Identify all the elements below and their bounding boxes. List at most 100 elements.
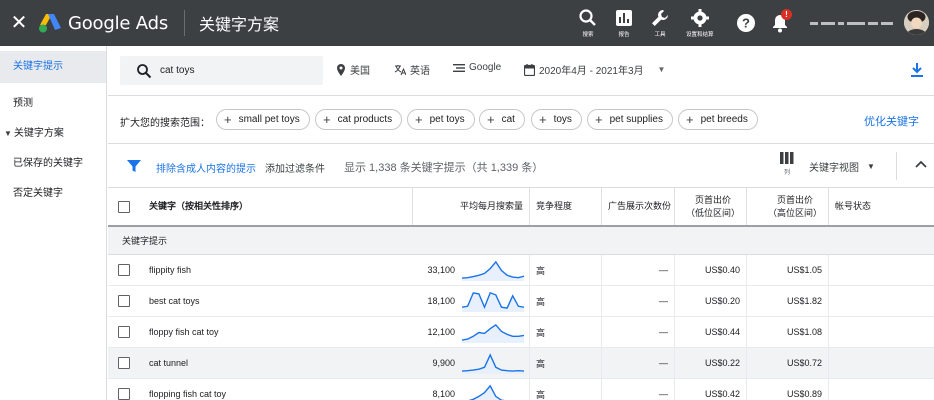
broaden-chip[interactable]: + cat: [479, 109, 525, 130]
keyword-cell: flopping fish cat toy: [139, 379, 413, 400]
trend-sparkline[interactable]: [462, 321, 524, 343]
refine-keywords-link[interactable]: 优化关键字: [864, 113, 919, 129]
impression-share-cell: —: [602, 286, 675, 316]
impression-share-value: —: [659, 296, 668, 306]
table-row[interactable]: flippity fish 33,100 高 — US$0.40 US$1.05: [108, 255, 934, 286]
table-row[interactable]: cat tunnel 9,900 高 — US$0.22 US$0.72: [108, 348, 934, 379]
sidebar-item-negative-keywords[interactable]: 否定关键字: [0, 179, 106, 209]
col-header-account-status[interactable]: 帐号状态: [829, 188, 934, 225]
impression-share-value: —: [659, 389, 668, 399]
date-range-filter[interactable]: 2020年4月 - 2021年3月 ▼: [524, 62, 665, 77]
row-checkbox[interactable]: [117, 326, 130, 338]
bid-high-value: US$1.08: [786, 327, 822, 337]
network-filter[interactable]: Google: [453, 62, 501, 73]
broaden-chip[interactable]: + pet toys: [407, 109, 475, 130]
row-select-cell: [108, 255, 139, 285]
bid-high-value: US$1.82: [786, 296, 822, 306]
row-checkbox[interactable]: [117, 388, 130, 400]
trend-sparkline[interactable]: [462, 352, 524, 374]
chip-label: pet breeds: [700, 114, 748, 125]
broaden-chip[interactable]: + pet supplies: [587, 109, 673, 130]
keyword-search-box[interactable]: [120, 56, 323, 85]
sidebar-item-label: 预测: [13, 98, 33, 109]
download-icon[interactable]: [908, 61, 926, 79]
table-row[interactable]: best cat toys 18,100 高 — US$0.20 US$1.82: [108, 286, 934, 317]
trend-sparkline[interactable]: [462, 383, 524, 400]
add-filter-button[interactable]: 添加过滤条件: [265, 160, 325, 175]
table-row[interactable]: floppy fish cat toy 12,100 高 — US$0.44 US$1.0…: [108, 317, 934, 348]
keyword-cell: flippity fish: [139, 255, 413, 285]
keyword-view-dropdown[interactable]: 关键字视图 ▼: [809, 159, 875, 174]
chip-label: small pet toys: [238, 114, 300, 125]
google-ads-logo[interactable]: Google Ads: [38, 0, 168, 46]
keyword-search-input[interactable]: [160, 65, 310, 76]
account-info-blurred[interactable]: [810, 15, 900, 31]
location-label: 美国: [350, 66, 370, 77]
col-header-bid-low[interactable]: 页首出价 （低位区间）: [675, 188, 747, 225]
col-header-keyword[interactable]: 关键字（按相关性排序）: [139, 188, 413, 225]
bid-high-cell: US$0.89: [747, 379, 829, 400]
tool-tools[interactable]: 工具: [650, 0, 670, 46]
sidebar-item-label: 否定关键字: [13, 188, 63, 199]
bid-low-cell: US$0.44: [675, 317, 747, 347]
trend-sparkline[interactable]: [462, 259, 524, 281]
chip-label: pet toys: [429, 114, 465, 125]
broaden-chip[interactable]: + small pet toys: [216, 109, 310, 130]
plus-icon: +: [686, 112, 694, 127]
location-filter[interactable]: 美国: [336, 62, 370, 77]
sidebar-item-label: 关键字提示: [13, 61, 63, 72]
help-icon[interactable]: ?: [736, 13, 756, 33]
keyword-cell: floppy fish cat toy: [139, 317, 413, 347]
tool-settings[interactable]: 设置和结算: [686, 0, 714, 46]
impression-share-cell: —: [602, 379, 675, 400]
row-checkbox[interactable]: [117, 264, 130, 276]
col-header-label: 页首出价 （高位区间）: [767, 194, 822, 218]
monthly-searches-value: 8,100: [432, 389, 455, 399]
tool-reports[interactable]: 报告: [614, 0, 634, 46]
col-header-bid-high[interactable]: 页首出价 （高位区间）: [747, 188, 829, 225]
close-icon[interactable]: ✕: [0, 0, 38, 46]
plus-icon: +: [539, 112, 547, 127]
broaden-chip[interactable]: + toys: [531, 109, 582, 130]
columns-button[interactable]: 列: [777, 152, 797, 176]
language-label: 英语: [410, 66, 430, 77]
sidebar-item-keyword-ideas[interactable]: 关键字提示: [0, 51, 106, 83]
col-header-monthly-searches[interactable]: 平均每月搜索量: [413, 188, 530, 225]
avatar[interactable]: [904, 10, 929, 35]
select-all-checkbox[interactable]: [117, 200, 130, 213]
bid-low-cell: US$0.40: [675, 255, 747, 285]
account-status-cell: [829, 317, 934, 347]
monthly-searches-value: 18,100: [427, 296, 455, 306]
table-header: 关键字（按相关性排序） 平均每月搜索量 竞争程度 广告展示次数份 页首出价 （低…: [108, 188, 934, 227]
trend-sparkline[interactable]: [462, 290, 524, 312]
bid-low-cell: US$0.20: [675, 286, 747, 316]
language-filter[interactable]: 英语: [394, 62, 430, 77]
col-header-impression-share[interactable]: 广告展示次数份: [602, 188, 675, 225]
sidebar-item-label: 关键字方案: [13, 128, 64, 139]
toolbar-divider: [896, 152, 897, 180]
row-checkbox[interactable]: [117, 295, 130, 307]
broaden-chip[interactable]: + pet breeds: [678, 109, 758, 130]
sidebar-item-keyword-plans[interactable]: ▼ 关键字方案: [0, 119, 106, 149]
network-label: Google: [469, 62, 502, 73]
broaden-chip[interactable]: + cat products: [315, 109, 403, 130]
bid-high-cell: US$1.82: [747, 286, 829, 316]
competition-cell: 高: [530, 348, 602, 378]
table-row[interactable]: flopping fish cat toy 8,100 高 — US$0.42 US$0.…: [108, 379, 934, 400]
tool-search[interactable]: 搜索: [578, 0, 598, 46]
chip-label: toys: [553, 114, 572, 125]
keyword-cell: best cat toys: [139, 286, 413, 316]
exclude-adult-filter[interactable]: 排除含成人内容的提示: [156, 160, 256, 175]
chevron-up-icon[interactable]: [914, 158, 928, 172]
sidebar-item-saved-keywords[interactable]: 已保存的关键字: [0, 149, 106, 179]
top-app-bar: ✕ Google Ads 关键字方案 搜索 报告 工具 设置和结算 ? !: [0, 0, 934, 46]
row-select-cell: [108, 379, 139, 400]
dropdown-arrow-icon: ▼: [867, 162, 875, 171]
notifications-button[interactable]: !: [770, 9, 792, 33]
sidebar-item-forecasts[interactable]: 预测: [0, 89, 106, 119]
row-checkbox[interactable]: [117, 357, 130, 369]
broaden-search-label: 扩大您的搜索范围：: [120, 118, 210, 129]
filter-funnel-icon[interactable]: [126, 158, 142, 174]
col-header-competition[interactable]: 竞争程度: [530, 188, 602, 225]
bid-low-cell: US$0.42: [675, 379, 747, 400]
